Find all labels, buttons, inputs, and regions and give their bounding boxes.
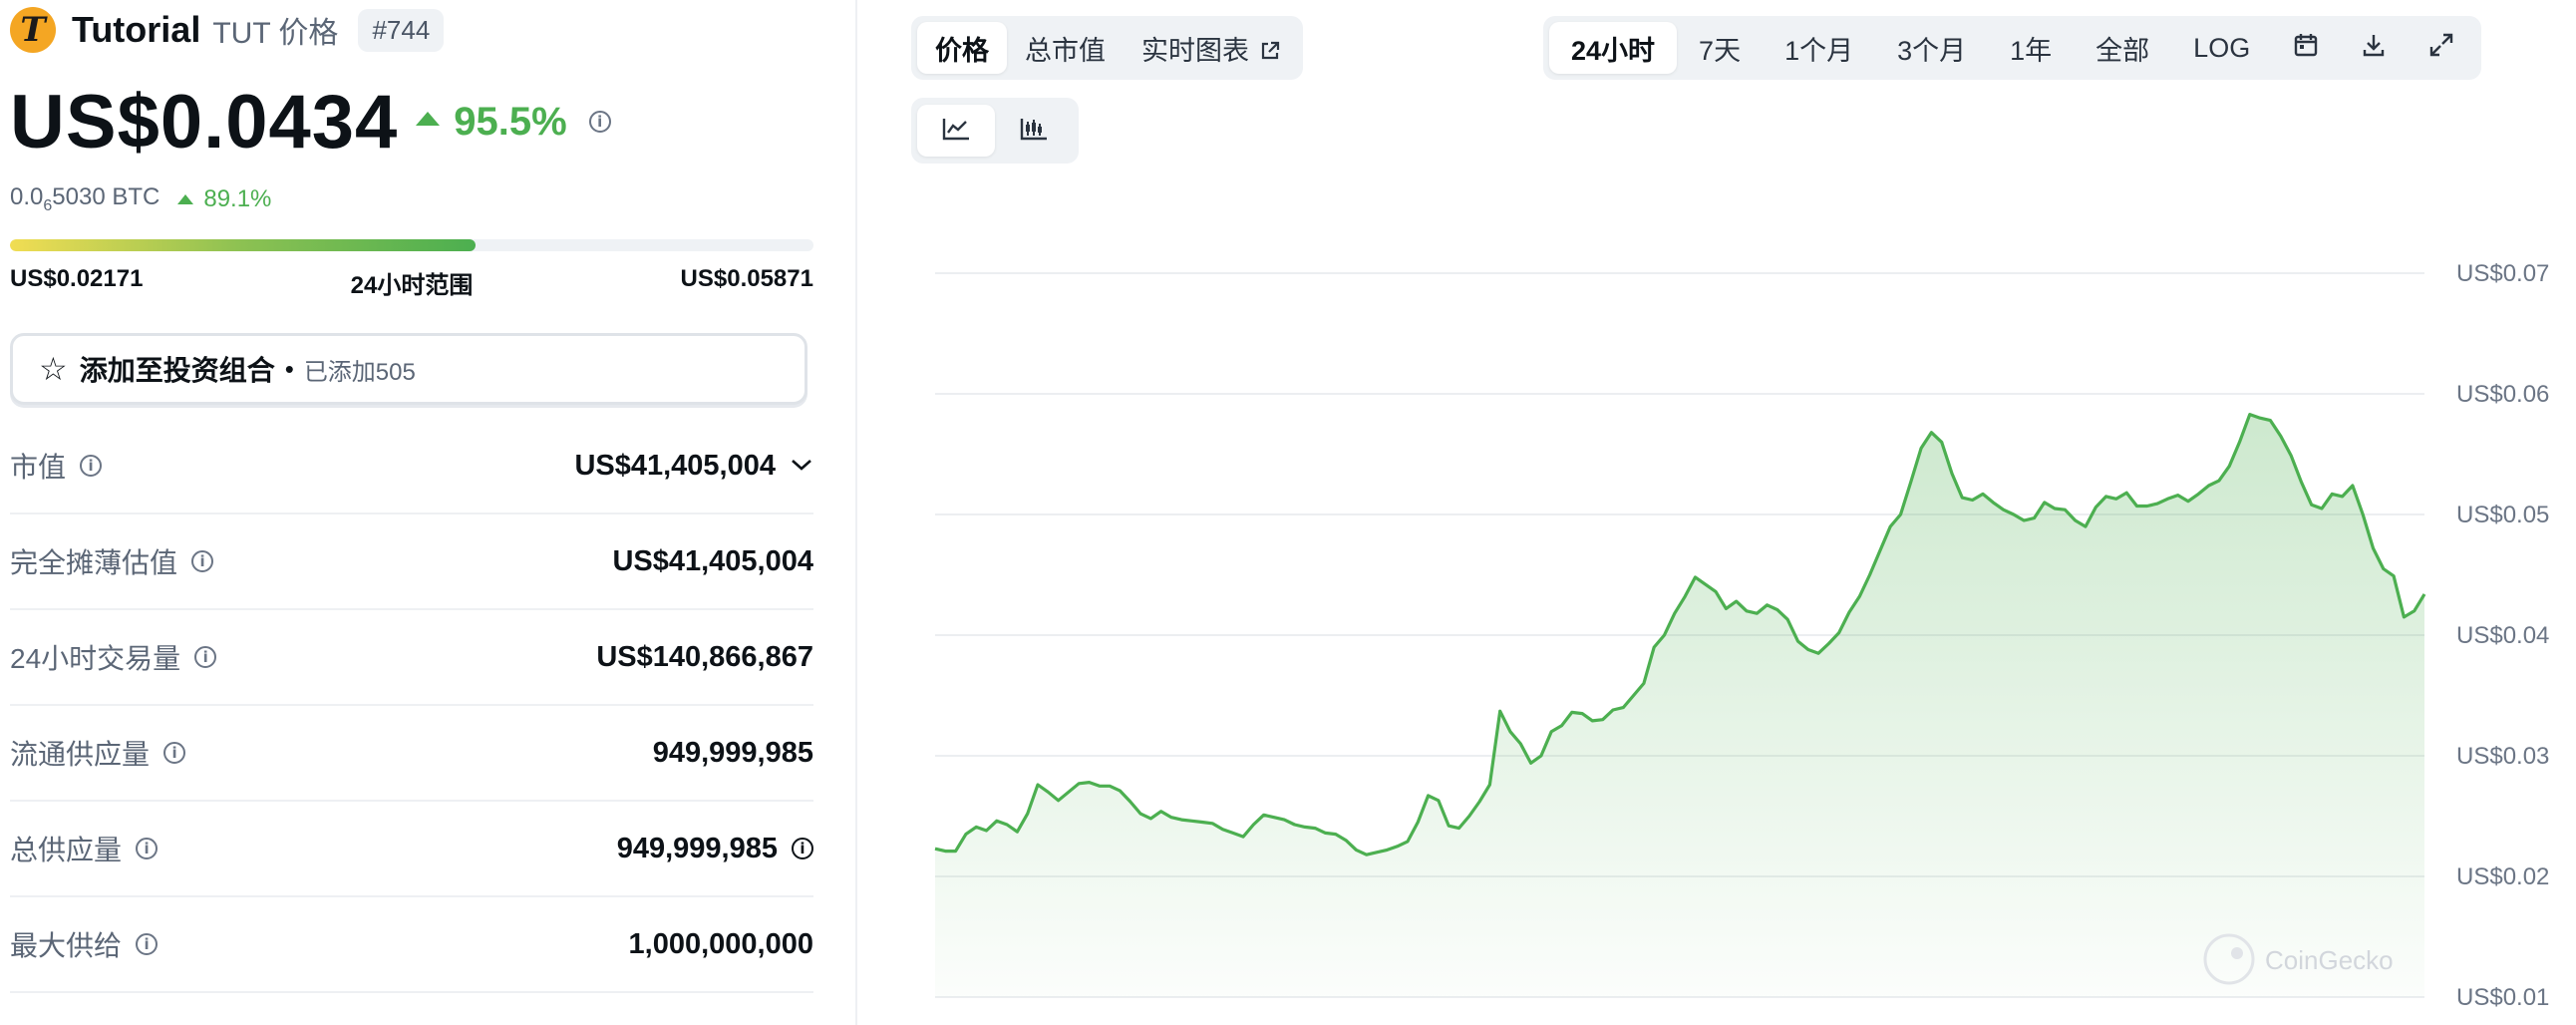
tab-range-7d[interactable]: 7天: [1677, 22, 1763, 74]
time-range-tabs: 24小时 7天 1个月 3个月 1年 全部 LOG: [1543, 16, 2482, 80]
y-tick-label: US$0.07: [2456, 260, 2549, 287]
coin-page: T Tutorial TUT 价格 #744 US$0.0434 95.5% i…: [0, 0, 2576, 1025]
y-tick-label: US$0.06: [2456, 381, 2549, 408]
candlestick-chart-icon: [1019, 116, 1049, 147]
chart-type-toggle: [911, 98, 1079, 164]
tab-range-1m[interactable]: 1个月: [1763, 22, 1875, 74]
y-tick-label: US$0.02: [2456, 863, 2549, 890]
tab-live-chart-label: 实时图表: [1141, 35, 1249, 66]
expand-button[interactable]: [2408, 22, 2475, 74]
candlestick-chart-button[interactable]: [995, 105, 1073, 157]
tab-market-cap[interactable]: 总市值: [1007, 22, 1124, 74]
line-chart-button[interactable]: [917, 105, 995, 157]
price-chart[interactable]: US$0.07 US$0.06 US$0.05 US$0.04 US$0.03 US$0.…: [0, 0, 2576, 1025]
y-tick-label: US$0.05: [2456, 502, 2549, 528]
calendar-icon: [2292, 31, 2320, 66]
tab-range-24h[interactable]: 24小时: [1549, 22, 1678, 74]
download-icon: [2360, 31, 2388, 66]
tab-range-3m[interactable]: 3个月: [1875, 22, 1988, 74]
external-link-icon: [1259, 38, 1280, 60]
y-tick-label: US$0.04: [2456, 622, 2549, 649]
price-area: [935, 414, 2424, 998]
tab-range-all[interactable]: 全部: [2074, 22, 2171, 74]
line-chart-icon: [941, 116, 971, 147]
expand-icon: [2427, 31, 2455, 66]
tab-range-log[interactable]: LOG: [2171, 22, 2272, 74]
tab-price[interactable]: 价格: [917, 22, 1007, 74]
tab-range-1y[interactable]: 1年: [1988, 22, 2074, 74]
calendar-button[interactable]: [2272, 22, 2340, 74]
download-button[interactable]: [2340, 22, 2408, 74]
chart-mode-tabs: 价格 总市值 实时图表: [911, 16, 1303, 80]
watermark-text: CoinGecko: [2265, 945, 2394, 975]
tab-live-chart[interactable]: 实时图表: [1124, 22, 1297, 74]
y-tick-label: US$0.03: [2456, 743, 2549, 770]
y-tick-label: US$0.01: [2456, 984, 2549, 1011]
